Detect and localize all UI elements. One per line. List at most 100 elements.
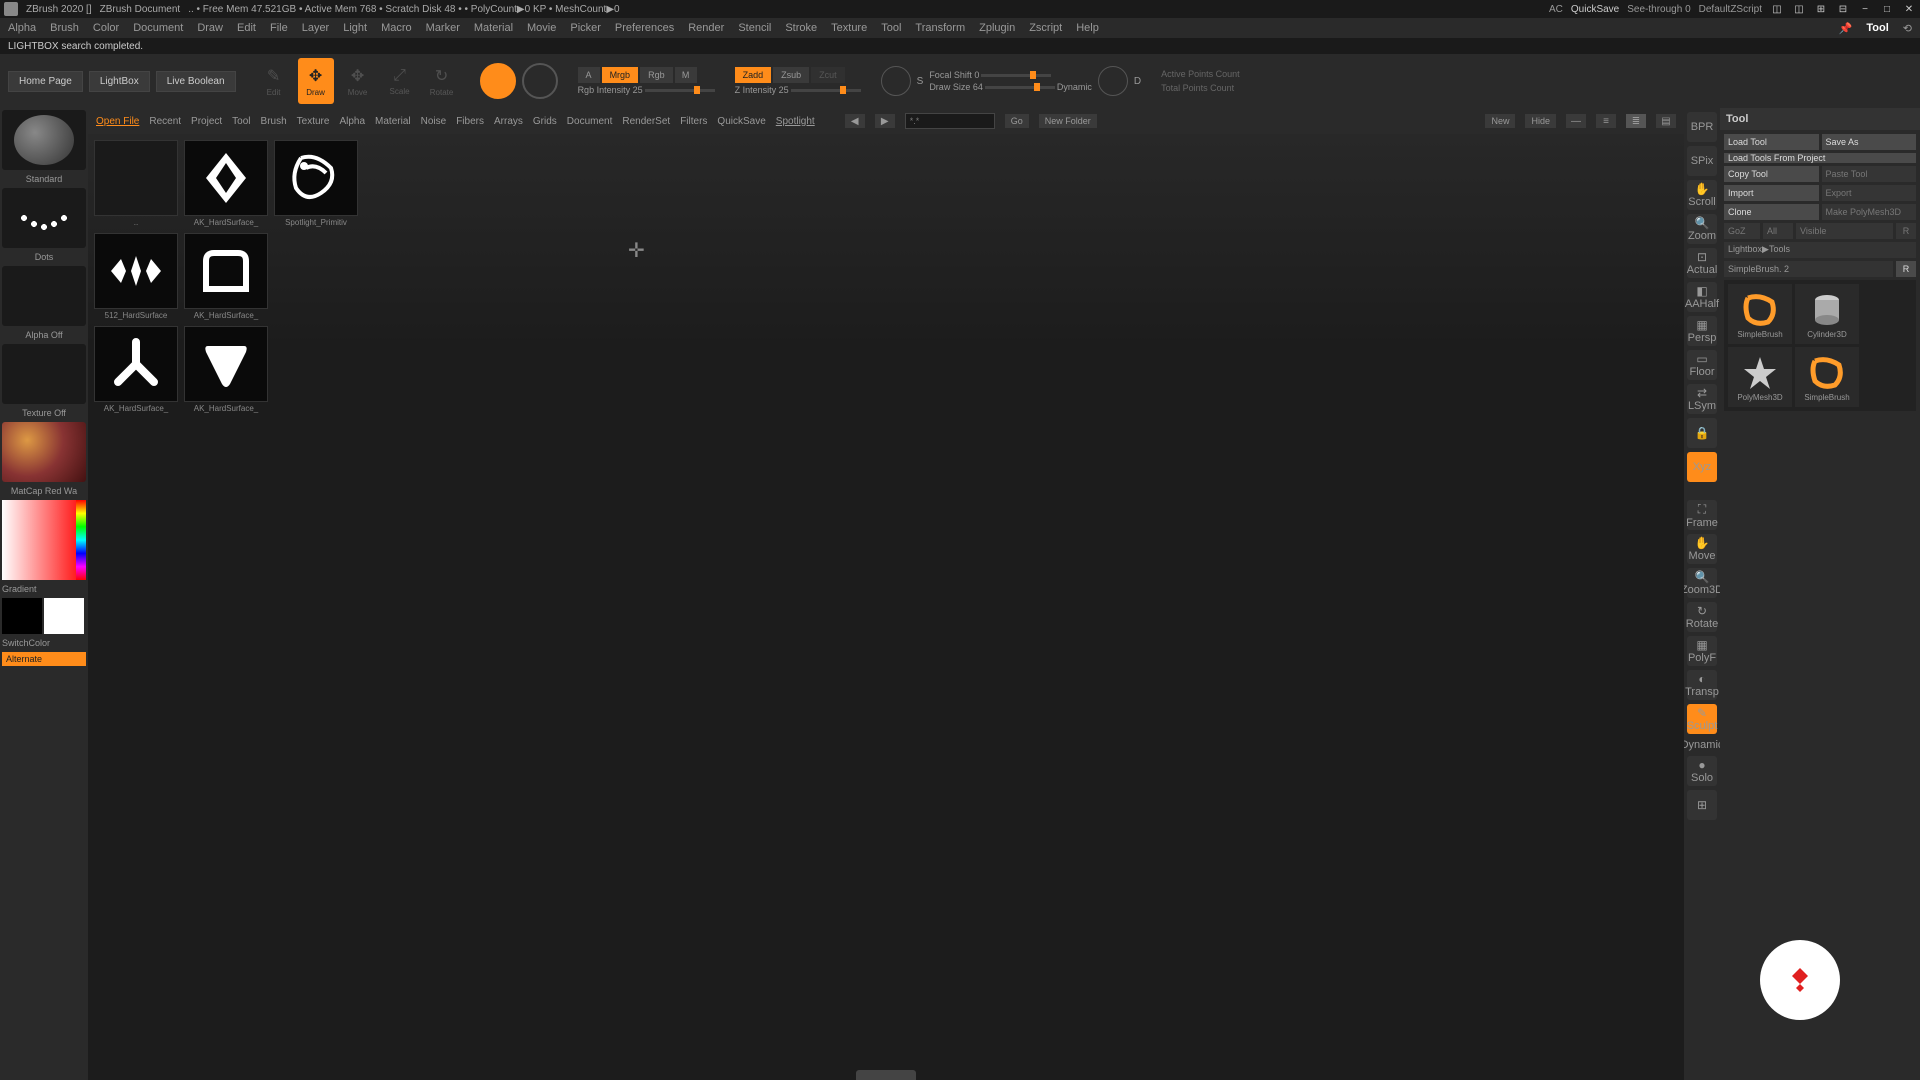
move3d-button[interactable]: ✋Move (1687, 534, 1717, 564)
lightbox-tab-texture[interactable]: Texture (297, 116, 330, 127)
menu-icon-2[interactable]: ◫ (1792, 2, 1806, 16)
menu-render[interactable]: Render (688, 22, 724, 34)
zoom-button[interactable]: 🔍Zoom (1687, 214, 1717, 244)
menu-draw[interactable]: Draw (197, 22, 223, 34)
draw-size-slider[interactable]: Draw Size 64 (929, 82, 983, 92)
alternate-button[interactable]: Alternate (2, 652, 86, 666)
color-swatch-secondary[interactable] (44, 598, 84, 634)
m-button[interactable]: M (675, 67, 697, 83)
zsub-button[interactable]: Zsub (773, 67, 809, 83)
rotate-mode-button[interactable]: ↻Rotate (424, 58, 460, 104)
dynamic-icon[interactable] (1098, 66, 1128, 96)
stroke-selector[interactable] (2, 188, 86, 248)
extra-button[interactable]: ⊞ (1687, 790, 1717, 820)
rgb-intensity-slider[interactable]: Rgb Intensity 25 (578, 85, 643, 95)
menu-material[interactable]: Material (474, 22, 513, 34)
rgb-button[interactable]: Rgb (640, 67, 673, 83)
canvas[interactable]: Open File Recent Project Tool Brush Text… (88, 108, 1684, 1080)
menu-brush[interactable]: Brush (50, 22, 79, 34)
floating-badge[interactable] (1760, 940, 1840, 1020)
dynamic-toggle[interactable]: Dynamic (1057, 82, 1092, 92)
live-boolean-button[interactable]: Live Boolean (156, 71, 236, 92)
lightbox-new-folder-button[interactable]: New Folder (1039, 114, 1097, 128)
menu-layer[interactable]: Layer (302, 22, 330, 34)
polyf-button[interactable]: ▦PolyF (1687, 636, 1717, 666)
menu-movie[interactable]: Movie (527, 22, 556, 34)
menu-icon-3[interactable]: ⊞ (1814, 2, 1828, 16)
tool-breadcrumb[interactable]: Lightbox▶Tools (1724, 242, 1916, 258)
actual-button[interactable]: ⊡Actual (1687, 248, 1717, 278)
draw-mode-button[interactable]: ✥Draw (298, 58, 334, 104)
persp-button[interactable]: ▦Persp (1687, 316, 1717, 346)
menu-file[interactable]: File (270, 22, 288, 34)
pin-icon[interactable]: 📌 (1839, 22, 1853, 35)
edit-mode-button[interactable]: ✎Edit (256, 58, 292, 104)
transp-button[interactable]: ◐Transp (1687, 670, 1717, 700)
lightbox-new-button[interactable]: New (1485, 114, 1515, 128)
lightbox-tab-project[interactable]: Project (191, 116, 222, 127)
see-through-slider[interactable]: See-through 0 (1627, 4, 1690, 15)
xyz-button[interactable]: Xyz (1687, 452, 1717, 482)
bottom-handle[interactable] (856, 1070, 916, 1080)
lightbox-item[interactable]: AK_HardSurface_ (184, 326, 268, 413)
lightbox-button[interactable]: LightBox (89, 71, 150, 92)
lightbox-tab-quicksave[interactable]: QuickSave (717, 116, 765, 127)
solo-button[interactable]: ●Solo (1687, 756, 1717, 786)
switch-color-button[interactable]: SwitchColor (2, 636, 86, 650)
lightbox-item[interactable]: AK_HardSurface_ (184, 233, 268, 320)
copy-tool-button[interactable]: Copy Tool (1724, 166, 1819, 182)
zcut-button[interactable]: Zcut (811, 67, 845, 83)
menu-document[interactable]: Document (133, 22, 183, 34)
lightbox-tab-tool[interactable]: Tool (232, 116, 250, 127)
lightbox-tab-fibers[interactable]: Fibers (456, 116, 484, 127)
lightbox-view-3[interactable]: ≣ (1626, 114, 1646, 128)
tool-simplebrush[interactable]: SimpleBrush (1728, 284, 1792, 344)
load-tool-button[interactable]: Load Tool (1724, 134, 1819, 150)
texture-selector[interactable] (2, 344, 86, 404)
zadd-button[interactable]: Zadd (735, 67, 772, 83)
floor-button[interactable]: ▭Floor (1687, 350, 1717, 380)
sculpt-button[interactable]: ✎Sculpt (1687, 704, 1717, 734)
lsym-button[interactable]: ⇄LSym (1687, 384, 1717, 414)
lightbox-tab-filters[interactable]: Filters (680, 116, 707, 127)
zoom3d-button[interactable]: 🔍Zoom3D (1687, 568, 1717, 598)
alpha-selector[interactable] (2, 266, 86, 326)
default-zscript-button[interactable]: DefaultZScript (1699, 4, 1762, 15)
bpr-button[interactable]: BPR (1687, 112, 1717, 142)
gyro-active-button[interactable] (480, 63, 516, 99)
lightbox-item[interactable]: AK_HardSurface_ (184, 140, 268, 227)
save-as-button[interactable]: Save As (1822, 134, 1917, 150)
menu-icon-4[interactable]: ⊟ (1836, 2, 1850, 16)
material-selector[interactable] (2, 422, 86, 482)
menu-help[interactable]: Help (1076, 22, 1099, 34)
export-button[interactable]: Export (1822, 185, 1917, 201)
lightbox-go-button[interactable]: Go (1005, 114, 1029, 128)
frame-button[interactable]: ⛶Frame (1687, 500, 1717, 530)
tool-panel-toggle[interactable]: Tool (1866, 22, 1888, 34)
menu-edit[interactable]: Edit (237, 22, 256, 34)
menu-transform[interactable]: Transform (915, 22, 965, 34)
goz-visible-button[interactable]: Visible (1796, 223, 1893, 239)
tool-panel-header[interactable]: Tool (1720, 108, 1920, 130)
move-mode-button[interactable]: ✥Move (340, 58, 376, 104)
scale-mode-button[interactable]: ⤢Scale (382, 58, 418, 104)
menu-picker[interactable]: Picker (570, 22, 601, 34)
menu-texture[interactable]: Texture (831, 22, 867, 34)
lightbox-tab-noise[interactable]: Noise (421, 116, 447, 127)
brush-selector[interactable] (2, 110, 86, 170)
gyro-button[interactable] (522, 63, 558, 99)
tool-simplebrush-2[interactable]: SimpleBrush (1795, 347, 1859, 407)
lightbox-hide-button[interactable]: Hide (1525, 114, 1556, 128)
lightbox-tab-renderset[interactable]: RenderSet (622, 116, 670, 127)
load-tools-project-button[interactable]: Load Tools From Project (1724, 153, 1916, 163)
tool-cylinder3d[interactable]: Cylinder3D (1795, 284, 1859, 344)
paste-tool-button[interactable]: Paste Tool (1822, 166, 1917, 182)
lightbox-next-button[interactable]: ▶ (875, 114, 895, 128)
lightbox-tab-open-file[interactable]: Open File (96, 116, 139, 127)
lightbox-item[interactable]: Spotlight_Primitiv (274, 140, 358, 227)
menu-icon[interactable]: ◫ (1770, 2, 1784, 16)
lock-button[interactable]: 🔒 (1687, 418, 1717, 448)
scroll-button[interactable]: ✋Scroll (1687, 180, 1717, 210)
aahalf-button[interactable]: ◧AAHalf (1687, 282, 1717, 312)
lightbox-search-input[interactable] (905, 113, 995, 129)
